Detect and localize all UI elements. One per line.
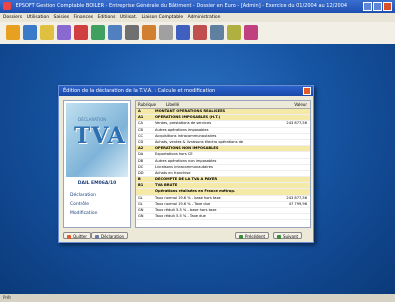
row-value[interactable]: 47 799,96 bbox=[289, 202, 307, 207]
row-label: Achats en franchise bbox=[155, 170, 191, 175]
row-code: CB bbox=[138, 127, 143, 132]
tools-icon[interactable] bbox=[57, 25, 71, 40]
tva-image-text: TVA bbox=[74, 123, 126, 149]
menu-item-saisies[interactable]: Saisies bbox=[54, 15, 70, 20]
table-row[interactable]: GN Taux réduit 5.5 % - Taxe due bbox=[136, 214, 310, 221]
chart-icon[interactable] bbox=[142, 25, 156, 40]
bank-icon[interactable] bbox=[108, 25, 122, 40]
row-label: Exportations hors CE bbox=[155, 152, 193, 157]
row-code: DA bbox=[138, 152, 144, 157]
declaration-panel: DÉCLARATION TVA DAIL EM06A/10 Déclaratio… bbox=[63, 100, 131, 228]
row-code: B1 bbox=[138, 183, 144, 188]
row-value[interactable]: 243 877,56 bbox=[286, 196, 307, 201]
people-icon[interactable] bbox=[193, 25, 207, 40]
settings-icon[interactable] bbox=[244, 25, 258, 40]
menu-item-dossiers[interactable]: Dossiers bbox=[3, 15, 22, 20]
tva-illustration: DÉCLARATION TVA bbox=[66, 103, 128, 177]
tva-grid[interactable]: Rubrique Libellé Valeur A MONTANT OPERATI… bbox=[135, 100, 311, 228]
maximize-button[interactable] bbox=[373, 2, 382, 11]
row-label: Taux réduit 5.5 % - base hors taxe bbox=[155, 208, 217, 212]
quit-button[interactable]: Quitter bbox=[63, 232, 92, 239]
print-declaration-button[interactable]: Déclaration bbox=[91, 232, 129, 239]
minimize-button[interactable] bbox=[363, 2, 372, 11]
row-code: A1 bbox=[138, 115, 144, 120]
print-icon bbox=[95, 235, 99, 239]
next-button[interactable]: Suivant bbox=[273, 232, 303, 239]
folder-icon[interactable] bbox=[23, 25, 37, 40]
menu-bar: Dossiers Utilisation Saisies Finances Ed… bbox=[0, 13, 395, 22]
row-value[interactable]: 243 877,56 bbox=[286, 121, 307, 126]
network-icon[interactable] bbox=[210, 25, 224, 40]
row-label: OPERATIONS NON IMPOSABLES bbox=[155, 146, 219, 151]
row-code: CC bbox=[138, 133, 144, 138]
header-rubrique[interactable]: Rubrique bbox=[138, 101, 156, 108]
row-label: Livraisons intracommunautaires bbox=[155, 164, 213, 169]
dialog-close-button[interactable] bbox=[303, 87, 311, 95]
row-label: Opérations réalisées en France métrop. bbox=[155, 189, 236, 194]
row-code: CD bbox=[138, 139, 144, 144]
menu-item-utilitaires[interactable]: Utilisat. bbox=[120, 15, 137, 20]
journal-icon[interactable] bbox=[74, 25, 88, 40]
row-code: A2 bbox=[138, 146, 144, 151]
grid-header: Rubrique Libellé Valeur bbox=[136, 101, 310, 109]
header-libelle[interactable]: Libellé bbox=[166, 101, 179, 108]
open-icon[interactable] bbox=[40, 25, 54, 40]
menu-item-liaison[interactable]: Liaison Comptable bbox=[141, 15, 183, 20]
row-label: OPERATIONS IMPOSABLES (H.T.) bbox=[155, 115, 221, 120]
row-code: GN bbox=[138, 208, 144, 212]
row-code: A bbox=[138, 109, 141, 113]
tva-dialog: Édition de la déclaration de la T.V.A. :… bbox=[58, 85, 314, 243]
print-icon[interactable] bbox=[125, 25, 139, 40]
arrow-left-icon bbox=[239, 235, 243, 239]
quit-icon bbox=[67, 235, 71, 239]
row-code: B bbox=[138, 177, 141, 182]
row-label: DECOMPTE DE LA TVA A PAYER bbox=[155, 177, 218, 182]
row-label: Autres opérations non imposables bbox=[155, 158, 217, 163]
home-icon[interactable] bbox=[6, 25, 20, 40]
ledger-icon[interactable] bbox=[91, 25, 105, 40]
document-icon[interactable] bbox=[159, 25, 173, 40]
row-label: Autres opérations imposables bbox=[155, 127, 209, 132]
status-bar: Prêt bbox=[0, 294, 395, 302]
row-code: GL bbox=[138, 195, 143, 200]
row-code: DD bbox=[138, 170, 144, 175]
panel-item-controle[interactable]: Contrôle bbox=[70, 202, 89, 207]
row-code: DB bbox=[138, 158, 144, 163]
header-valeur[interactable]: Valeur bbox=[294, 101, 307, 108]
row-label: Acquisitions intracommunautaires bbox=[155, 133, 217, 138]
help-icon[interactable] bbox=[176, 25, 190, 40]
arrow-right-icon bbox=[277, 235, 281, 239]
grid-body: A MONTANT OPERATIONS REALISEES A1 OPERATION… bbox=[136, 109, 310, 221]
row-label: MONTANT OPERATIONS REALISEES bbox=[155, 109, 226, 113]
calculator-icon[interactable] bbox=[227, 25, 241, 40]
app-icon bbox=[3, 2, 11, 10]
menu-item-utilisation[interactable]: Utilisation bbox=[27, 15, 50, 20]
row-code: CA bbox=[138, 121, 143, 126]
toolbar bbox=[0, 22, 395, 45]
status-text: Prêt bbox=[3, 295, 11, 300]
menu-item-administration[interactable]: Administration bbox=[188, 15, 221, 20]
window-title: EPSOFT Gestion Comptable BOILER - Entrep… bbox=[15, 3, 348, 9]
row-label: Taux normal 19.6 % - base hors taxe bbox=[155, 195, 221, 200]
row-label: Ventes, prestations de services bbox=[155, 121, 212, 126]
declaration-id: DAIL EM06A/10 bbox=[77, 181, 117, 186]
row-label: Taux normal 19.6 % - Taxe due bbox=[155, 201, 211, 206]
row-code: GL bbox=[138, 201, 143, 206]
close-button[interactable] bbox=[383, 2, 392, 11]
menu-item-finances[interactable]: Finances bbox=[74, 15, 94, 20]
row-code: GN bbox=[138, 214, 144, 219]
row-label: Achats, ventes & livraisons électro opér… bbox=[155, 139, 244, 144]
row-label: Taux réduit 5.5 % - Taxe due bbox=[155, 214, 206, 219]
panel-item-modification[interactable]: Modification bbox=[70, 211, 97, 216]
dialog-title-bar: Édition de la déclaration de la T.V.A. :… bbox=[59, 86, 313, 96]
panel-item-declaration[interactable]: Déclaration bbox=[70, 193, 96, 198]
menu-item-editions[interactable]: Editions bbox=[98, 15, 116, 20]
previous-button[interactable]: Précédent bbox=[235, 232, 270, 239]
row-code: DC bbox=[138, 164, 144, 169]
tva-image-subtitle: DÉCLARATION bbox=[78, 117, 107, 122]
row-label: TVA BRUTE bbox=[155, 183, 178, 188]
dialog-title: Édition de la déclaration de la T.V.A. :… bbox=[63, 88, 216, 94]
title-bar: EPSOFT Gestion Comptable BOILER - Entrep… bbox=[0, 0, 395, 13]
